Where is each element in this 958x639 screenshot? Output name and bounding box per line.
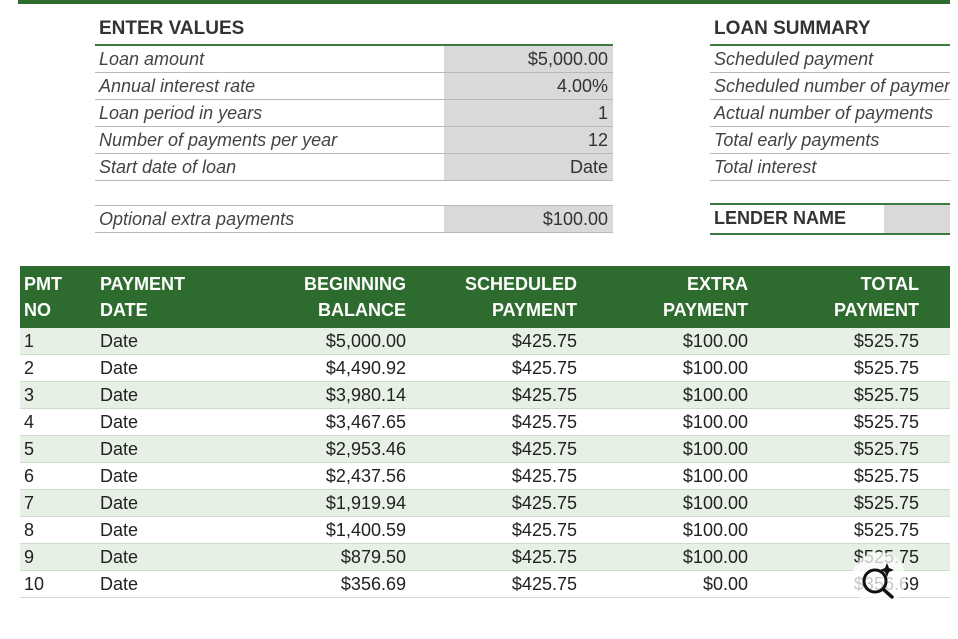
header-extra-payment: EXTRA PAYMENT: [662, 274, 748, 320]
table-row: 3 Date $3,980.14 $425.75 $100.00 $525.75: [20, 382, 950, 409]
loan-amount-input[interactable]: $5,000.00: [444, 46, 613, 72]
extra-payments-row: Optional extra payments $100.00: [95, 205, 613, 233]
table-row: 8 Date $1,400.59 $425.75 $100.00 $525.75: [20, 517, 950, 544]
extra-payments-input[interactable]: $100.00: [444, 206, 613, 232]
table-row: 6 Date $2,437.56 $425.75 $100.00 $525.75: [20, 463, 950, 490]
lender-name-input[interactable]: [884, 205, 950, 233]
header-beginning-balance: BEGINNING BALANCE: [303, 274, 406, 320]
payment-schedule-table: PMT NO PAYMENT DATE BEGINNING BALANCE SCHED…: [20, 266, 950, 598]
enter-values-section: ENTER VALUES Loan amount $5,000.00 Annua…: [95, 14, 613, 233]
table-row: 5 Date $2,953.46 $425.75 $100.00 $525.75: [20, 436, 950, 463]
interest-rate-input[interactable]: 4.00%: [444, 73, 613, 99]
payments-per-year-input[interactable]: 12: [444, 127, 613, 153]
visual-search-icon: [862, 563, 894, 599]
header-pmt-no: PMT NO: [24, 274, 62, 320]
enter-values-title: ENTER VALUES: [95, 14, 613, 46]
lender-name-label: LENDER NAME: [714, 208, 847, 228]
loan-amount-label: Loan amount: [99, 49, 205, 69]
loan-period-input[interactable]: 1: [444, 100, 613, 126]
total-interest-label: Total interest: [710, 154, 950, 181]
loan-period-label: Loan period in years: [99, 103, 263, 123]
loan-period-row: Loan period in years 1: [95, 100, 613, 127]
table-row: 2 Date $4,490.92 $425.75 $100.00 $525.75: [20, 355, 950, 382]
start-date-input[interactable]: Date: [444, 154, 613, 180]
actual-number-label: Actual number of payments: [710, 100, 950, 127]
payments-per-year-label: Number of payments per year: [99, 130, 338, 150]
table-row: 1 Date $5,000.00 $425.75 $100.00 $525.75: [20, 328, 950, 355]
loan-amount-row: Loan amount $5,000.00: [95, 46, 613, 73]
table-row: 7 Date $1,919.94 $425.75 $100.00 $525.75: [20, 490, 950, 517]
start-date-label: Start date of loan: [99, 157, 237, 177]
table-row: 4 Date $3,467.65 $425.75 $100.00 $525.75: [20, 409, 950, 436]
table-row: 10Date$356.69$425.75$0.00$356.69: [20, 571, 950, 598]
header-payment-date: PAYMENT DATE: [100, 274, 186, 320]
table-row: 9Date$879.50$425.75$100.00$525.75: [20, 544, 950, 571]
start-date-row: Start date of loan Date: [95, 154, 613, 181]
scheduled-number-label: Scheduled number of payments: [710, 73, 950, 100]
interest-rate-row: Annual interest rate 4.00%: [95, 73, 613, 100]
total-early-payments-label: Total early payments: [710, 127, 950, 154]
payments-per-year-row: Number of payments per year 12: [95, 127, 613, 154]
header-total-payment: TOTAL PAYMENT: [833, 274, 919, 320]
table-body: 1 Date $5,000.00 $425.75 $100.00 $525.75 2 Dat…: [20, 328, 950, 598]
extra-payments-label: Optional extra payments: [99, 209, 295, 229]
scheduled-payment-label: Scheduled payment: [710, 46, 950, 73]
lender-name-row: LENDER NAME: [710, 203, 950, 235]
table-header: PMT NO PAYMENT DATE BEGINNING BALANCE SCHED…: [20, 266, 950, 328]
loan-summary-section: LOAN SUMMARY Scheduled payment Scheduled…: [710, 14, 950, 181]
top-accent-bar: [18, 0, 950, 4]
loan-summary-title: LOAN SUMMARY: [710, 14, 950, 46]
visual-search-button[interactable]: [852, 552, 906, 606]
header-scheduled-payment: SCHEDULED PAYMENT: [464, 274, 577, 320]
interest-rate-label: Annual interest rate: [99, 76, 256, 96]
